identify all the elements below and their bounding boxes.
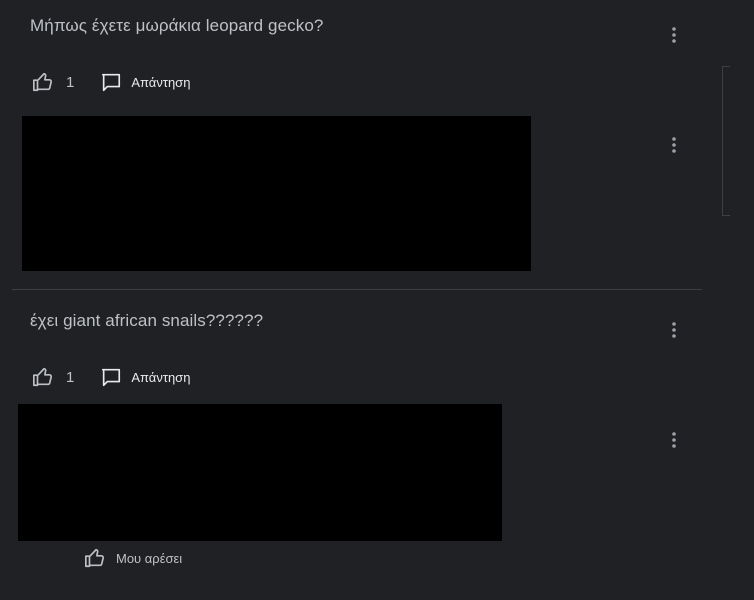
thumb-up-icon bbox=[33, 72, 53, 92]
comment-icon bbox=[102, 73, 121, 92]
redacted-answer bbox=[22, 116, 531, 271]
answer-like-button[interactable]: Μου αρέσει bbox=[84, 547, 182, 569]
answer-more-button[interactable] bbox=[662, 133, 686, 157]
answer-more-button[interactable] bbox=[662, 428, 686, 452]
like-button[interactable]: 1 bbox=[32, 71, 74, 93]
like-count: 1 bbox=[66, 368, 75, 386]
reply-button[interactable]: Απάντηση bbox=[100, 366, 190, 388]
question-more-button[interactable] bbox=[662, 23, 686, 47]
answer-like-label: Μου αρέσει bbox=[116, 550, 183, 566]
reply-label: Απάντηση bbox=[131, 369, 191, 385]
thumb-up-icon bbox=[85, 548, 105, 568]
question-actions: 1 Απάντηση bbox=[32, 70, 190, 94]
comment-icon bbox=[102, 368, 121, 387]
thumb-up-icon bbox=[33, 367, 53, 387]
question-more-button[interactable] bbox=[662, 318, 686, 342]
more-vert-icon bbox=[672, 27, 676, 43]
reply-button[interactable]: Απάντηση bbox=[100, 71, 190, 93]
question-text: έχει giant african snails?????? bbox=[30, 311, 264, 330]
answers-scroll-indicator[interactable] bbox=[722, 66, 730, 216]
redacted-answer bbox=[18, 404, 502, 541]
question-actions: 1 Απάντηση bbox=[32, 365, 190, 389]
like-count: 1 bbox=[66, 73, 75, 91]
like-button[interactable]: 1 bbox=[32, 366, 74, 388]
question-text: Μήπως έχετε μωράκια leopard gecko? bbox=[30, 16, 324, 35]
more-vert-icon bbox=[672, 432, 676, 448]
reply-label: Απάντηση bbox=[131, 74, 191, 90]
more-vert-icon bbox=[672, 137, 676, 153]
more-vert-icon bbox=[672, 322, 676, 338]
divider bbox=[12, 289, 702, 290]
